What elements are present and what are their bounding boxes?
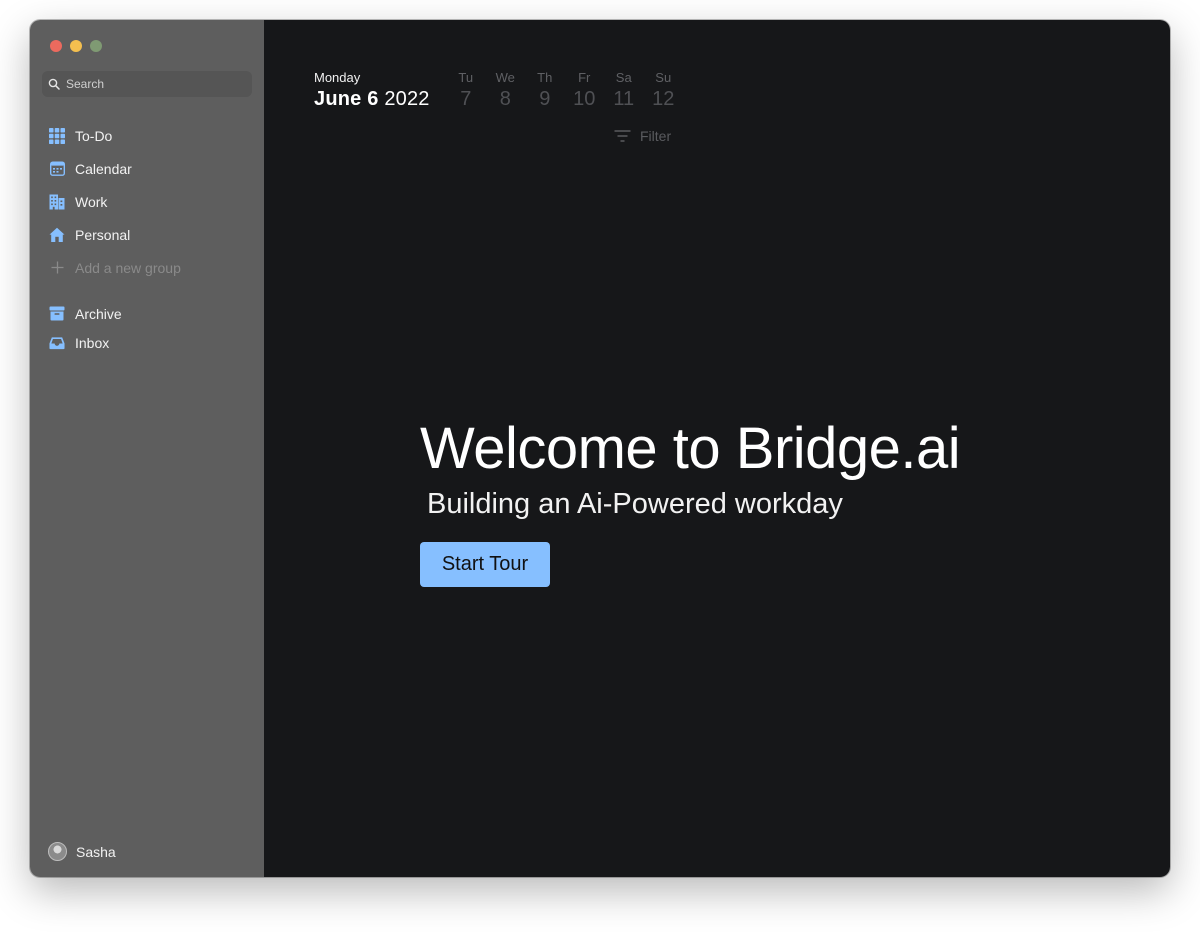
sidebar-item-label: Calendar bbox=[75, 160, 132, 177]
sidebar-item-add-group[interactable]: Add a new group bbox=[30, 251, 264, 284]
week-day-label: We bbox=[495, 70, 515, 85]
week-day[interactable]: Su 12 bbox=[644, 70, 684, 111]
week-day-number: 8 bbox=[499, 88, 511, 110]
zoom-button[interactable] bbox=[90, 40, 102, 52]
week-day[interactable]: Tu 7 bbox=[446, 70, 486, 111]
week-day[interactable]: Sa 11 bbox=[604, 70, 644, 111]
current-date-year: 2022 bbox=[384, 88, 430, 110]
sidebar-item-label: To-Do bbox=[75, 127, 113, 144]
plus-icon bbox=[49, 260, 65, 276]
search-box[interactable] bbox=[42, 71, 252, 97]
week-strip: Tu 7 We 8 Th 9 Fr 10 Sa 11 Su 12 bbox=[446, 70, 683, 111]
week-day-label: Th bbox=[537, 70, 553, 85]
home-icon bbox=[49, 227, 65, 243]
welcome-title: Welcome to Bridge.ai bbox=[420, 416, 961, 481]
search-input[interactable] bbox=[66, 77, 236, 91]
sidebar-nav: To-Do Calendar Work Personal Add a new g… bbox=[30, 119, 264, 357]
week-day[interactable]: Fr 10 bbox=[565, 70, 605, 111]
sidebar-item-work[interactable]: Work bbox=[30, 185, 264, 218]
sidebar-item-label: Archive bbox=[75, 305, 122, 322]
week-day-number: 9 bbox=[539, 88, 551, 110]
sidebar-item-label: Personal bbox=[75, 226, 131, 243]
search-icon bbox=[48, 78, 60, 90]
close-button[interactable] bbox=[50, 40, 62, 52]
calendar-icon bbox=[49, 161, 65, 177]
sidebar-item-archive[interactable]: Archive bbox=[30, 299, 264, 328]
sidebar-item-calendar[interactable]: Calendar bbox=[30, 152, 264, 185]
inbox-icon bbox=[49, 335, 65, 351]
filter-label: Filter bbox=[640, 128, 672, 144]
archive-icon bbox=[49, 306, 65, 322]
current-date: Monday June 6 2022 bbox=[314, 70, 430, 111]
week-day-label: Tu bbox=[458, 70, 474, 85]
app-window: To-Do Calendar bbox=[30, 20, 1170, 877]
current-date-line: June 6 2022 bbox=[314, 88, 430, 111]
week-day-number: 7 bbox=[460, 88, 472, 110]
main-content: Monday June 6 2022 Tu 7 We 8 Th 9 Fr 10 bbox=[264, 20, 1170, 877]
window-controls bbox=[50, 40, 102, 52]
user-name: Sasha bbox=[76, 843, 116, 860]
start-tour-button[interactable]: Start Tour bbox=[420, 542, 550, 587]
sidebar-item-inbox[interactable]: Inbox bbox=[30, 328, 264, 357]
avatar bbox=[48, 842, 67, 861]
week-day-label: Sa bbox=[615, 70, 632, 85]
week-day-number: 12 bbox=[652, 88, 675, 110]
sidebar-item-label: Inbox bbox=[75, 334, 110, 351]
filter-icon bbox=[614, 130, 631, 142]
week-day-number: 10 bbox=[573, 88, 596, 110]
current-weekday: Monday bbox=[314, 70, 361, 85]
minimize-button[interactable] bbox=[70, 40, 82, 52]
welcome-subtitle: Building an Ai-Powered workday bbox=[427, 488, 843, 520]
week-day[interactable]: Th 9 bbox=[525, 70, 565, 111]
user-profile[interactable]: Sasha bbox=[48, 842, 116, 861]
sidebar-item-label: Add a new group bbox=[75, 259, 181, 276]
building-icon bbox=[49, 194, 65, 210]
grid-icon bbox=[49, 127, 65, 144]
current-date-day: June 6 bbox=[314, 88, 379, 110]
week-day-label: Fr bbox=[578, 70, 591, 85]
sidebar-item-personal[interactable]: Personal bbox=[30, 218, 264, 251]
sidebar: To-Do Calendar bbox=[30, 20, 264, 877]
sidebar-item-todo[interactable]: To-Do bbox=[30, 119, 264, 152]
week-day[interactable]: We 8 bbox=[486, 70, 526, 111]
week-day-label: Su bbox=[655, 70, 672, 85]
filter-button[interactable]: Filter bbox=[614, 128, 671, 144]
sidebar-item-label: Work bbox=[75, 193, 108, 210]
week-day-number: 11 bbox=[613, 88, 635, 110]
welcome-hero: Welcome to Bridge.ai Building an Ai-Powe… bbox=[420, 416, 961, 587]
